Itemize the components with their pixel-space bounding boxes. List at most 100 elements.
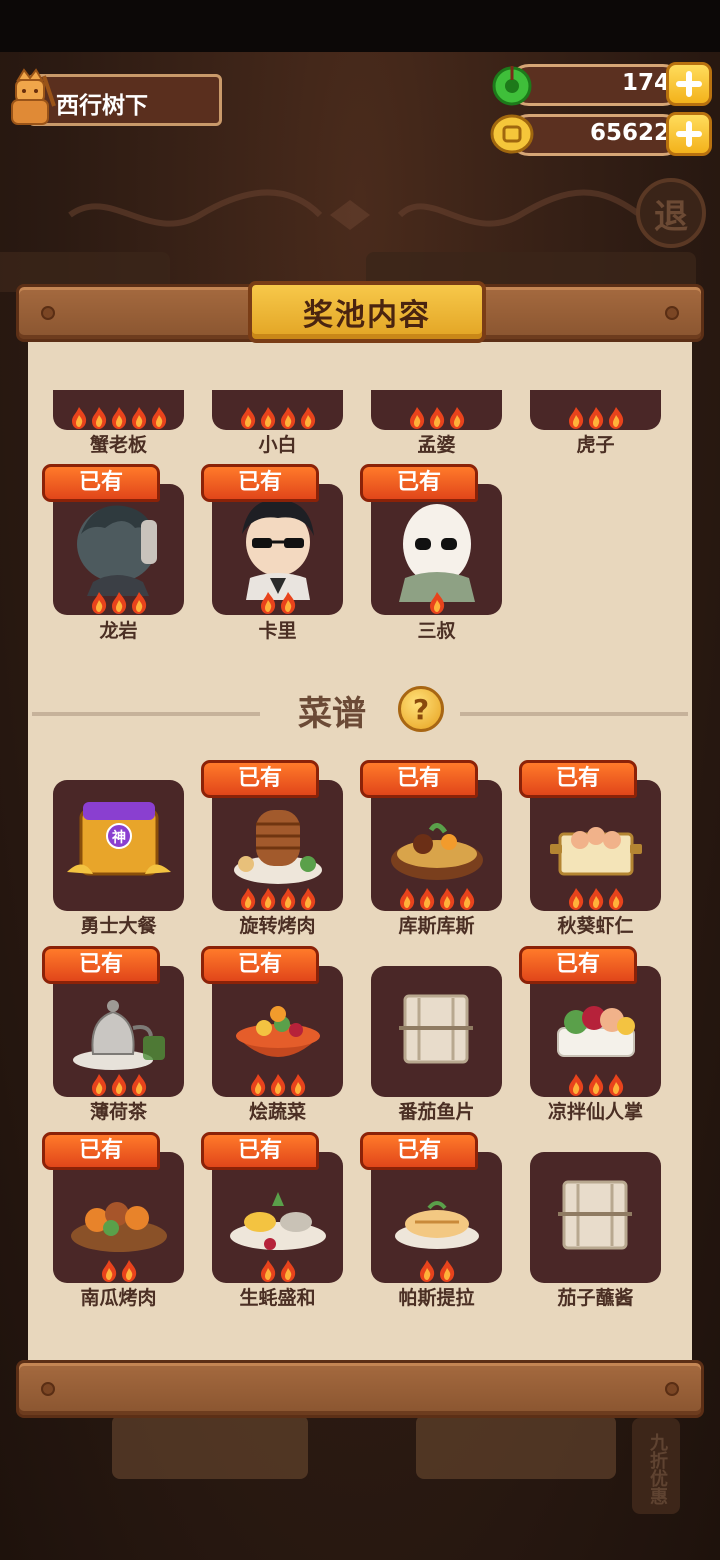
- flame-icon: [568, 888, 583, 910]
- add-coin-button[interactable]: [666, 112, 712, 156]
- character-card-huzi[interactable]: [530, 390, 661, 430]
- recipe-card-couscous[interactable]: [371, 780, 502, 911]
- character-name: 三叔: [417, 620, 456, 642]
- flame-icon: [111, 592, 126, 614]
- flame-icon: [459, 888, 474, 910]
- recipe-name: 生蚝盛和: [239, 1287, 316, 1309]
- recipe-name: 勇士大餐: [80, 915, 157, 937]
- owned-tag: 已有: [201, 760, 319, 798]
- recipe-card-eggplant-dip[interactable]: [530, 1152, 661, 1283]
- add-jade-button[interactable]: [666, 62, 712, 106]
- panel-title: 奖池内容: [303, 298, 431, 333]
- flame-icon: [240, 888, 255, 910]
- status-bar: [0, 0, 720, 52]
- flame-icon: [270, 1074, 285, 1096]
- exit-button-bg: 退: [636, 178, 706, 248]
- owned-tag: 已有: [201, 1132, 319, 1170]
- recipe-scroll-locked-icon: [399, 994, 473, 1064]
- rarity-flames: [53, 1073, 184, 1097]
- flame-icon: [449, 407, 464, 429]
- recipe-card-oyster-platter[interactable]: [212, 1152, 343, 1283]
- flame-icon: [111, 407, 126, 429]
- recipe-name: 旋转烤肉: [239, 915, 316, 937]
- recipes-section-title: 菜谱: [298, 694, 366, 734]
- flame-icon: [568, 407, 583, 429]
- character-name: 蟹老板: [89, 434, 147, 456]
- rarity-flames: [530, 1073, 661, 1097]
- flame-icon: [439, 888, 454, 910]
- character-card-mengpo[interactable]: [371, 390, 502, 430]
- flame-icon: [608, 407, 623, 429]
- recipe-name: 南瓜烤肉: [80, 1287, 157, 1309]
- background-draw-one: [112, 1415, 308, 1479]
- flame-icon: [260, 888, 275, 910]
- character-card-longyan[interactable]: [53, 484, 184, 615]
- flame-icon: [91, 592, 106, 614]
- flame-icon: [439, 1260, 454, 1282]
- recipe-card-cactus-salad[interactable]: [530, 966, 661, 1097]
- recipe-card-stewed-vegetables[interactable]: [212, 966, 343, 1097]
- flame-icon: [568, 1074, 583, 1096]
- flame-icon: [91, 407, 106, 429]
- recipe-card-warrior-feast[interactable]: 神: [53, 780, 184, 911]
- flame-icon: [280, 592, 295, 614]
- flame-icon: [280, 888, 295, 910]
- owned-tag: 已有: [201, 946, 319, 984]
- recipe-card-rotating-roast[interactable]: [212, 780, 343, 911]
- player-avatar-icon[interactable]: [4, 66, 56, 128]
- flame-icon: [260, 1260, 275, 1282]
- rarity-flames: [53, 406, 184, 430]
- rarity-flames: [212, 406, 343, 430]
- character-name: 虎子: [576, 434, 615, 456]
- character-card-xiaobai[interactable]: [212, 390, 343, 430]
- background-discount-badge: 九折优惠: [632, 1418, 680, 1514]
- flame-icon: [399, 888, 414, 910]
- flame-icon: [71, 407, 86, 429]
- rarity-flames: [212, 887, 343, 911]
- recipe-name: 薄荷茶: [89, 1101, 147, 1123]
- jade-count: 174: [621, 70, 670, 96]
- recipe-card-okra-shrimp[interactable]: [530, 780, 661, 911]
- nail: [41, 1382, 55, 1396]
- recipe-card-pumpkin-roast[interactable]: [53, 1152, 184, 1283]
- flame-icon: [240, 407, 255, 429]
- recipe-card-pastilla[interactable]: [371, 1152, 502, 1283]
- recipe-name: 秋葵虾仁: [557, 915, 634, 937]
- help-button[interactable]: ?: [398, 686, 444, 732]
- flame-icon: [91, 1074, 106, 1096]
- owned-tag: 已有: [360, 464, 478, 502]
- plus-icon: [676, 71, 702, 97]
- flame-icon: [260, 592, 275, 614]
- character-card-sanshu[interactable]: [371, 484, 502, 615]
- jade-icon: [492, 66, 532, 106]
- panel-title-plate: 奖池内容: [248, 281, 486, 343]
- section-divider-left: [32, 712, 260, 716]
- flame-icon: [429, 592, 444, 614]
- flame-icon: [131, 1074, 146, 1096]
- player-name: 西行树下: [56, 93, 148, 119]
- rarity-flames: [371, 591, 502, 615]
- flame-icon: [101, 1260, 116, 1282]
- nail: [665, 1382, 679, 1396]
- flame-icon: [300, 407, 315, 429]
- recipe-card-tomato-fish[interactable]: [371, 966, 502, 1097]
- question-icon: ?: [412, 692, 430, 726]
- flame-icon: [121, 1260, 136, 1282]
- flame-icon: [608, 888, 623, 910]
- recipe-name: 帕斯提拉: [398, 1287, 475, 1309]
- recipe-chest-icon: 神: [67, 802, 171, 876]
- owned-tag: 已有: [519, 946, 637, 984]
- nail: [41, 306, 55, 320]
- character-card-xielaoban[interactable]: [53, 390, 184, 430]
- flame-icon: [131, 592, 146, 614]
- recipe-scroll-locked-icon: [558, 1180, 632, 1250]
- flame-icon: [250, 1074, 265, 1096]
- rarity-flames: [212, 1259, 343, 1283]
- owned-tag: 已有: [201, 464, 319, 502]
- recipe-card-mint-tea[interactable]: [53, 966, 184, 1097]
- owned-tag: 已有: [42, 464, 160, 502]
- owned-tag: 已有: [360, 1132, 478, 1170]
- flame-icon: [419, 888, 434, 910]
- character-card-kali[interactable]: [212, 484, 343, 615]
- flame-icon: [300, 888, 315, 910]
